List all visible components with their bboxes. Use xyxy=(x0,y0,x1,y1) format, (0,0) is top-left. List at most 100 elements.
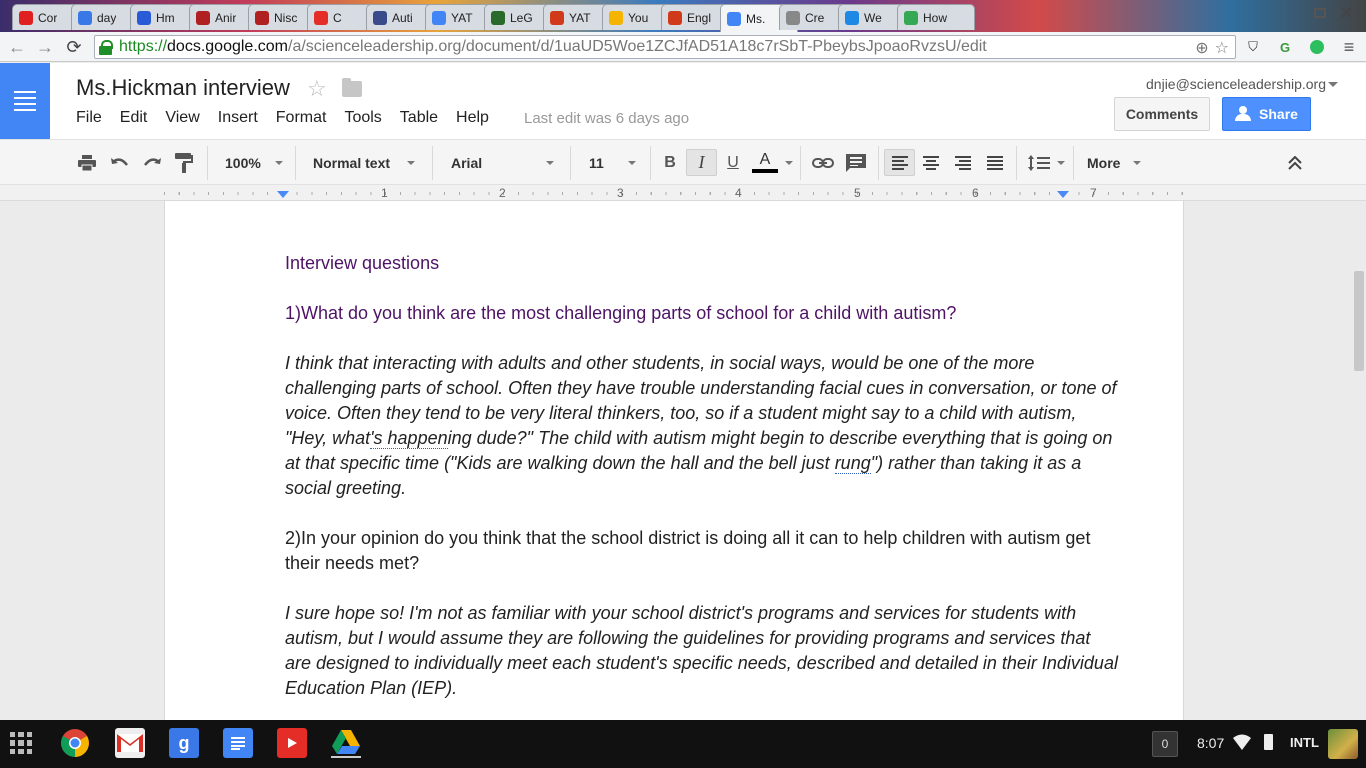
wifi-icon[interactable] xyxy=(1233,733,1251,751)
justify-icon xyxy=(987,155,1003,170)
underline-button[interactable]: U xyxy=(720,149,746,176)
answer-2[interactable]: I sure hope so! I'm not as familiar with… xyxy=(285,601,1121,701)
share-button[interactable]: Share xyxy=(1222,97,1311,131)
tab-label: Cre xyxy=(805,10,825,25)
doc-heading[interactable]: Interview questions xyxy=(285,251,1121,276)
vertical-scrollbar[interactable] xyxy=(1354,271,1364,371)
more-button[interactable]: More xyxy=(1087,149,1120,176)
question-2[interactable]: 2)In your opinion do you think that the … xyxy=(285,526,1121,576)
toolbar-divider xyxy=(295,146,296,180)
account-email[interactable]: dnjie@scienceleadership.org xyxy=(1146,76,1326,92)
google-icon xyxy=(78,10,92,25)
left-indent-marker[interactable] xyxy=(277,191,289,198)
tab-label: C xyxy=(333,10,342,25)
evernote-icon[interactable] xyxy=(1307,37,1327,57)
star-icon[interactable]: ☆ xyxy=(307,76,327,102)
window-restore-icon[interactable] xyxy=(1314,8,1326,18)
right-indent-marker[interactable] xyxy=(1057,191,1069,198)
reload-icon[interactable]: ⟳ xyxy=(63,36,85,58)
tab-label: We xyxy=(864,10,882,25)
extension-icon[interactable]: G xyxy=(1275,37,1295,57)
text-color-caret-icon xyxy=(785,161,793,165)
tab-label: Anir xyxy=(215,10,237,25)
bold-button[interactable]: B xyxy=(656,149,684,176)
paint-format-icon[interactable] xyxy=(173,149,195,176)
line-spacing-icon[interactable] xyxy=(1026,149,1052,176)
spellcheck-underline[interactable]: rung xyxy=(834,453,871,474)
collapse-menus-icon[interactable] xyxy=(1284,149,1306,176)
bookmark-star-icon[interactable]: ☆ xyxy=(1215,38,1229,58)
tab-label: Ms. xyxy=(746,11,766,26)
gmail-app-icon[interactable] xyxy=(115,728,145,758)
menu-file[interactable]: File xyxy=(76,109,102,127)
undo-icon[interactable] xyxy=(108,149,132,176)
zoom-dropdown[interactable]: 100% xyxy=(225,149,261,176)
back-icon[interactable]: ← xyxy=(6,36,28,58)
zoom-caret-icon xyxy=(275,161,283,165)
app-launcher-icon[interactable] xyxy=(10,732,32,754)
shield-icon[interactable]: ⛉ xyxy=(1243,37,1263,57)
comments-button[interactable]: Comments xyxy=(1114,97,1210,131)
forward-icon[interactable]: → xyxy=(34,36,56,58)
italic-button[interactable]: I xyxy=(686,149,717,176)
align-left-button[interactable] xyxy=(884,149,915,176)
document-page[interactable]: Interview questions 1)What do you think … xyxy=(164,201,1184,720)
tab-label: Auti xyxy=(392,10,413,25)
youtube-app-icon[interactable] xyxy=(277,728,307,758)
browser-tab[interactable]: How xyxy=(897,4,975,30)
chrome-app-icon[interactable] xyxy=(60,728,90,758)
toolbar-divider xyxy=(432,146,433,180)
paragraph-style-dropdown[interactable]: Normal text xyxy=(313,149,390,176)
toolbar-divider xyxy=(800,146,801,180)
question-1[interactable]: 1)What do you think are the most challen… xyxy=(285,301,1121,326)
document-canvas[interactable]: Interview questions 1)What do you think … xyxy=(0,201,1366,720)
document-body[interactable]: Interview questions 1)What do you think … xyxy=(285,251,1121,720)
menu-icon[interactable]: ≡ xyxy=(1339,37,1359,57)
menu-insert[interactable]: Insert xyxy=(218,109,258,127)
comment-icon[interactable] xyxy=(844,149,868,176)
code-icon xyxy=(845,10,859,25)
folder-icon[interactable] xyxy=(342,78,362,97)
toolbar-divider xyxy=(1016,146,1017,180)
menu-tools[interactable]: Tools xyxy=(344,109,381,127)
docs-app-icon[interactable] xyxy=(223,728,253,758)
account-dropdown-icon[interactable] xyxy=(1328,82,1338,87)
tab-label: YAT xyxy=(451,10,473,25)
justify-button[interactable] xyxy=(982,149,1008,176)
align-right-button[interactable] xyxy=(950,149,976,176)
print-icon[interactable] xyxy=(76,149,98,176)
font-size-dropdown[interactable]: 11 xyxy=(589,149,604,176)
tab-label: Engl xyxy=(687,10,712,25)
menu-bar: File Edit View Insert Format Tools Table… xyxy=(76,109,507,127)
drive-app-icon[interactable] xyxy=(331,728,361,758)
menu-format[interactable]: Format xyxy=(276,109,327,127)
window-close-icon[interactable]: ✕ xyxy=(1339,3,1354,24)
url-path: /a/scienceleadership.org/document/d/1uaU… xyxy=(288,38,987,55)
zoom-icon[interactable]: ⊕ xyxy=(1195,38,1208,58)
ruler-number: 3 xyxy=(617,186,624,200)
battery-icon[interactable] xyxy=(1264,734,1273,750)
link-icon[interactable] xyxy=(810,149,836,176)
avatar[interactable] xyxy=(1328,729,1358,759)
style-caret-icon xyxy=(407,161,415,165)
align-center-button[interactable] xyxy=(918,149,944,176)
text-color-button[interactable]: A xyxy=(750,149,780,176)
menu-view[interactable]: View xyxy=(165,109,199,127)
docs-logo-icon[interactable] xyxy=(0,63,50,139)
redo-icon[interactable] xyxy=(140,149,164,176)
menu-help[interactable]: Help xyxy=(456,109,489,127)
last-edit-status[interactable]: Last edit was 6 days ago xyxy=(524,110,689,127)
doc-title[interactable]: Ms.Hickman interview xyxy=(76,75,290,101)
toolbar-divider xyxy=(878,146,879,180)
google-search-app-icon[interactable]: g xyxy=(169,728,199,758)
notification-count-badge[interactable]: 0 xyxy=(1152,731,1178,757)
menu-edit[interactable]: Edit xyxy=(120,109,148,127)
clock[interactable]: 8:07 xyxy=(1197,735,1224,751)
menu-table[interactable]: Table xyxy=(400,109,438,127)
answer-1[interactable]: I think that interacting with adults and… xyxy=(285,351,1121,501)
spellcheck-underline[interactable]: 's happen xyxy=(370,428,448,449)
toolbar-divider xyxy=(1073,146,1074,180)
address-bar[interactable]: https://docs.google.com/a/scienceleaders… xyxy=(94,35,1236,59)
input-method-label[interactable]: INTL xyxy=(1290,735,1319,750)
font-dropdown[interactable]: Arial xyxy=(451,149,482,176)
